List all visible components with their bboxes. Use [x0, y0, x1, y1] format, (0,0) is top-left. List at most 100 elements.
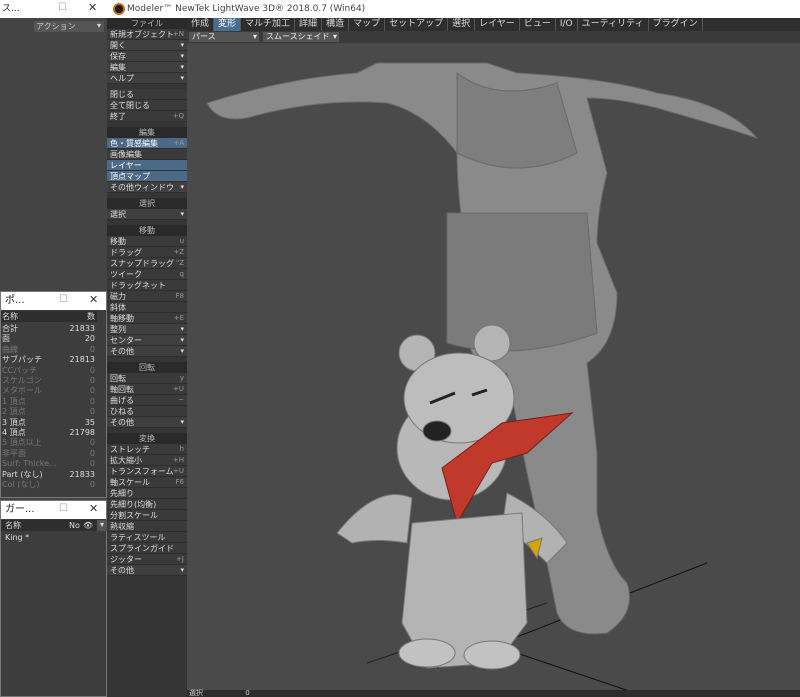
close-icon[interactable]: ✕ — [89, 502, 98, 515]
maximize-icon[interactable]: ☐ — [59, 503, 68, 514]
stats-row: 5 頂点以上 0 — [2, 438, 95, 448]
screen: ス... ☐ ✕ アクション ▾ Modeler™ NewTek LightWa… — [0, 0, 800, 697]
title-bar: Modeler™ NewTek LightWave 3D® 2018.0.7 (… — [107, 0, 800, 18]
layers-panel: ガー... ☐ ✕ 名称 No 👁 ▾ King * — [0, 500, 107, 697]
chevron-down-icon: ▾ — [180, 183, 184, 191]
menu-item[interactable]: 回転 y — [107, 373, 187, 384]
menu-item[interactable]: その他 ▾ — [107, 417, 187, 428]
menu-section-header: 選択 — [107, 198, 187, 209]
menu-item[interactable]: 保存 ▾ — [107, 51, 187, 62]
menu-item[interactable]: 拡大縮小 +H — [107, 455, 187, 466]
chevron-down-icon: ▾ — [180, 325, 184, 333]
stats-row: CCパッチ 0 — [2, 365, 95, 375]
menu-section-header: ファイル — [107, 18, 187, 29]
menu-item[interactable]: スプラインガイド — [107, 543, 187, 554]
menu-item[interactable]: 磁力 F8 — [107, 291, 187, 302]
menu-item[interactable]: 編集 ▾ — [107, 62, 187, 73]
tab-4[interactable]: 構造 — [322, 18, 350, 31]
stats-row: 合計 21833 — [2, 324, 95, 333]
menu-item[interactable]: トランスフォーム +U — [107, 466, 187, 477]
layer-row[interactable]: King * — [1, 532, 97, 543]
menu-item[interactable]: 画像編集 — [107, 149, 187, 160]
stats-row: Surf: Thicke... 0 — [2, 459, 95, 469]
close-icon[interactable]: ✕ — [89, 293, 98, 306]
menu-item[interactable]: その他ウィンドウ ▾ — [107, 182, 187, 193]
maximize-icon[interactable]: ☐ — [58, 2, 67, 13]
tab-8[interactable]: レイヤー — [475, 18, 520, 31]
stats-row: 非平面 0 — [2, 448, 95, 458]
menu-item[interactable]: ヘルプ ▾ — [107, 73, 187, 84]
tab-7[interactable]: 選択 — [448, 18, 476, 31]
tab-11[interactable]: ユーティリティ — [578, 18, 649, 31]
menu-item[interactable]: センター ▾ — [107, 335, 187, 346]
tab-bar: 作成 変形 マルチ加工 詳細 構造 マップ セットアップ 選択 レイヤー ビュー I/O ユーティリテ… — [187, 18, 800, 31]
eye-icon[interactable]: 👁 — [83, 520, 93, 531]
tab-10[interactable]: I/O — [556, 18, 578, 31]
tab-6[interactable]: セットアップ — [385, 18, 449, 31]
layers-menu-chevron-icon[interactable]: ▾ — [97, 520, 107, 531]
menu-section-header: 回転 — [107, 362, 187, 373]
view-mode-select[interactable]: パース ▾ — [189, 32, 259, 42]
menu-item[interactable]: 斜体 — [107, 302, 187, 313]
tab-12[interactable]: プラグイン — [649, 18, 703, 31]
stats-row: Part (なし) 21833 — [2, 469, 95, 479]
menu-item[interactable]: ドラッグ +Z — [107, 247, 187, 258]
shading-select[interactable]: スムースシェイド ▾ — [263, 32, 339, 42]
menu-item[interactable]: ジッター +J — [107, 554, 187, 565]
menu-item[interactable]: 移動 u — [107, 236, 187, 247]
stats-row: 3 頂点 35 — [2, 417, 95, 427]
tab-5[interactable]: マップ — [349, 18, 386, 31]
maximize-icon[interactable]: ☐ — [59, 294, 68, 305]
menu-item[interactable]: 分割スケール — [107, 510, 187, 521]
tab-0[interactable]: 作成 — [187, 18, 215, 31]
stats-row: 1 頂点 0 — [2, 396, 95, 406]
menu-item[interactable]: 新規オブジェクト +N — [107, 29, 187, 40]
chevron-down-icon: ▾ — [180, 210, 184, 218]
menu-item[interactable]: その他 ▾ — [107, 565, 187, 576]
menu-item[interactable]: 開く ▾ — [107, 40, 187, 51]
menu-item[interactable]: レイヤー — [107, 160, 187, 171]
chevron-down-icon: ▾ — [180, 336, 184, 344]
menu-item[interactable]: 先細り(均衡) — [107, 499, 187, 510]
menu-item[interactable]: 熱収縮 — [107, 521, 187, 532]
menu-item[interactable]: 全て閉じる — [107, 100, 187, 111]
menu-item[interactable]: スナップドラッグ "Z — [107, 258, 187, 269]
menu-item[interactable]: 閉じる — [107, 89, 187, 100]
menu-item[interactable]: ツイーク q — [107, 269, 187, 280]
stats-row: Col (なし) 0 — [2, 480, 95, 489]
stats-row: スケルゴン 0 — [2, 376, 95, 385]
menu-item[interactable]: 先細り — [107, 488, 187, 499]
chevron-down-icon: ▾ — [180, 52, 184, 60]
menu-item[interactable]: ドラッグネット — [107, 280, 187, 291]
menu-item[interactable]: ひねる — [107, 406, 187, 417]
menu-item[interactable]: 終了 +Q — [107, 111, 187, 122]
menu-item[interactable]: 軸回転 +U — [107, 384, 187, 395]
tab-2[interactable]: マルチ加工 — [241, 18, 296, 31]
chevron-down-icon: ▾ — [180, 74, 184, 82]
chevron-down-icon: ▾ — [180, 41, 184, 49]
tab-9[interactable]: ビュー — [520, 18, 556, 31]
menu-item[interactable]: 軸スケール F6 — [107, 477, 187, 488]
menu-item[interactable]: ラティスツール — [107, 532, 187, 543]
menu-item[interactable]: 色・質感編集 +A — [107, 138, 187, 149]
menu-item[interactable]: 頂点マップ — [107, 171, 187, 182]
menu-item[interactable]: ストレッチ h — [107, 444, 187, 455]
tab-1[interactable]: 変形 — [214, 18, 242, 31]
stats-row: 4 頂点 21798 — [2, 428, 95, 437]
layers-header: 名称 No 👁 — [1, 520, 97, 531]
action-dropdown[interactable]: アクション — [34, 21, 104, 32]
viewport-header: パース ▾ スムースシェイド ▾ — [187, 31, 800, 43]
menu-item[interactable]: 整列 ▾ — [107, 324, 187, 335]
statistics-panel: ポ... ☐ ✕ 名称 数 合計 21833 面 20 曲線 0 サブパッチ 21813 CCパ… — [0, 291, 107, 498]
menu-section-header: 編集 — [107, 127, 187, 138]
statistics-header: 名称 数 — [1, 311, 97, 322]
perspective-viewport[interactable] — [187, 43, 800, 697]
tab-3[interactable]: 詳細 — [295, 18, 323, 31]
menu-item[interactable]: 軸移動 +E — [107, 313, 187, 324]
menu-item[interactable]: 曲げる ~ — [107, 395, 187, 406]
chevron-down-icon: ▾ — [180, 418, 184, 426]
menu-item[interactable]: その他 ▾ — [107, 346, 187, 357]
close-icon[interactable]: ✕ — [88, 1, 97, 14]
menu-item[interactable]: 選択 ▾ — [107, 209, 187, 220]
menu-section-header: 移動 — [107, 225, 187, 236]
